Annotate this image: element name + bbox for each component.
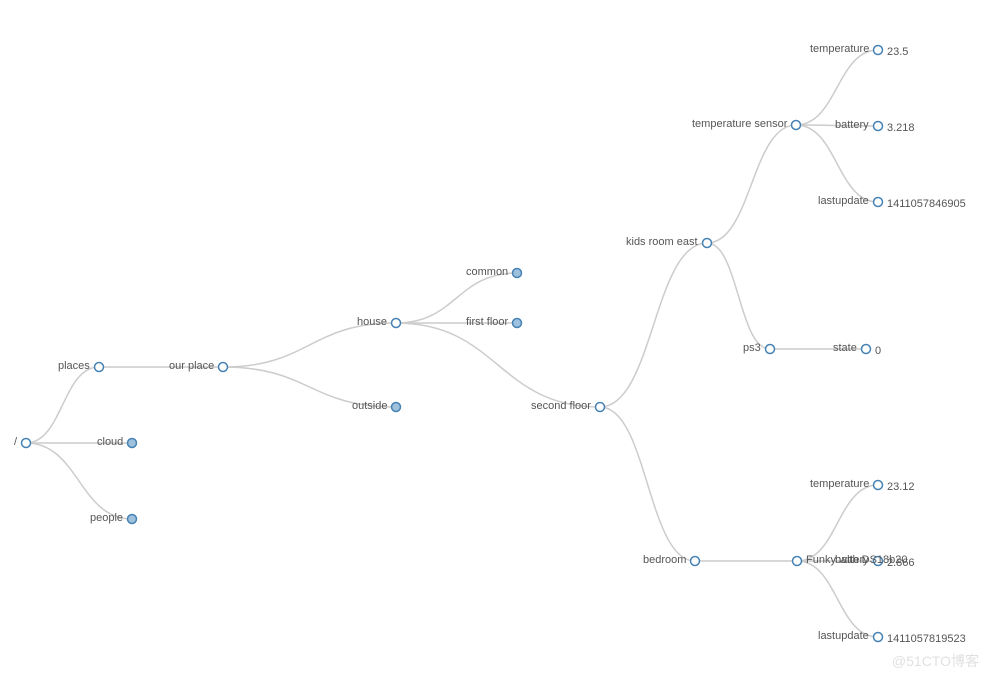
node-label-house: house xyxy=(357,316,387,328)
node-label-bd_temp: temperature xyxy=(810,478,869,490)
node-label-bd_batt: battery xyxy=(835,554,869,566)
tree-link xyxy=(796,125,878,202)
node-label-bd_last: lastupdate xyxy=(818,630,869,642)
node-label-ts_batt: battery xyxy=(835,119,869,131)
tree-link xyxy=(223,323,396,367)
tree-node-ts_last[interactable] xyxy=(874,198,883,207)
node-label-root: / xyxy=(14,436,17,448)
node-label-ts_last: lastupdate xyxy=(818,195,869,207)
node-value-state: 0 xyxy=(875,345,881,357)
tree-link xyxy=(707,125,796,243)
node-value-ts_last: 1411057846905 xyxy=(887,198,966,210)
node-value-ts_temp: 23.5 xyxy=(887,46,908,58)
tree-node-bedroom[interactable] xyxy=(691,557,700,566)
tree-diagram-svg xyxy=(0,0,987,677)
tree-link xyxy=(26,443,132,519)
tree-link xyxy=(600,243,707,407)
tree-node-second[interactable] xyxy=(596,403,605,412)
node-value-ts_batt: 3.218 xyxy=(887,122,915,134)
node-label-cloud: cloud xyxy=(97,436,123,448)
node-label-bedroom: bedroom xyxy=(643,554,686,566)
node-label-common: common xyxy=(466,266,508,278)
tree-node-places[interactable] xyxy=(95,363,104,372)
tree-node-ps3[interactable] xyxy=(766,345,775,354)
tree-node-funky[interactable] xyxy=(793,557,802,566)
tree-node-outside[interactable] xyxy=(392,403,401,412)
tree-node-bd_temp[interactable] xyxy=(874,481,883,490)
node-label-second: second floor xyxy=(531,400,591,412)
tree-link xyxy=(797,485,878,561)
node-label-people: people xyxy=(90,512,123,524)
tree-node-ts_temp[interactable] xyxy=(874,46,883,55)
tree-link xyxy=(707,243,770,349)
tree-node-common[interactable] xyxy=(513,269,522,278)
tree-link xyxy=(600,407,695,561)
tree-node-first[interactable] xyxy=(513,319,522,328)
node-value-bd_batt: 2.866 xyxy=(887,557,915,569)
node-label-state: state xyxy=(833,342,857,354)
node-label-outside: outside xyxy=(352,400,387,412)
tree-node-cloud[interactable] xyxy=(128,439,137,448)
tree-node-root[interactable] xyxy=(22,439,31,448)
node-value-bd_last: 1411057819523 xyxy=(887,633,966,645)
tree-link xyxy=(796,50,878,125)
tree-node-kids[interactable] xyxy=(703,239,712,248)
node-label-temp_sensor: temperature sensor xyxy=(692,118,787,130)
tree-node-bd_last[interactable] xyxy=(874,633,883,642)
node-label-ps3: ps3 xyxy=(743,342,761,354)
tree-node-state[interactable] xyxy=(862,345,871,354)
tree-node-people[interactable] xyxy=(128,515,137,524)
node-value-bd_temp: 23.12 xyxy=(887,481,915,493)
node-label-first: first floor xyxy=(466,316,508,328)
tree-link xyxy=(396,323,600,407)
tree-node-house[interactable] xyxy=(392,319,401,328)
tree-link xyxy=(26,367,99,443)
node-label-places: places xyxy=(58,360,90,372)
tree-node-temp_sensor[interactable] xyxy=(792,121,801,130)
tree-link xyxy=(797,561,878,637)
node-label-ts_temp: temperature xyxy=(810,43,869,55)
tree-node-ts_batt[interactable] xyxy=(874,122,883,131)
tree-node-our_place[interactable] xyxy=(219,363,228,372)
node-label-kids: kids room east xyxy=(626,236,698,248)
node-label-our_place: our place xyxy=(169,360,214,372)
